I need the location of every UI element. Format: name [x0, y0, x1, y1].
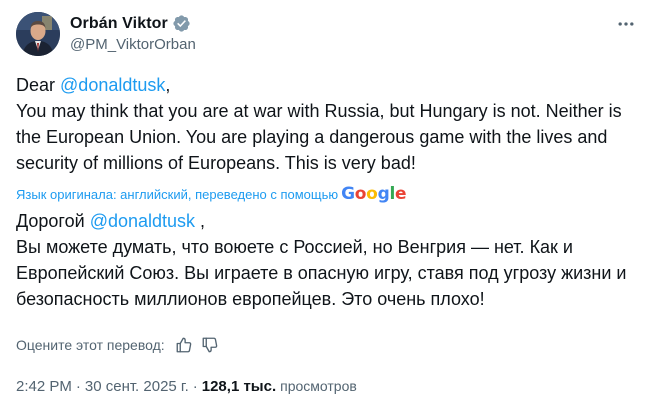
greeting-suffix: , [165, 75, 171, 95]
tweet-header: Orbán Viktor @PM_ViktorOrban [16, 12, 640, 56]
rate-translation-row: Оцените этот перевод: [16, 334, 219, 356]
more-options-button[interactable] [612, 14, 640, 34]
translated-body: Вы можете думать, что воюете с Россией, … [16, 237, 627, 309]
author-display-name[interactable]: Orbán Viktor [70, 15, 168, 33]
more-horizontal-icon [618, 22, 634, 26]
tweet-greeting: Dear @donaldtusk, [16, 72, 640, 98]
mention-link[interactable]: @donaldtusk [60, 75, 165, 95]
translation-attribution-text: Язык оригинала: английский, переведено с… [16, 186, 339, 202]
tweet-date[interactable]: 30 сент. 2025 г. [85, 378, 189, 395]
tweet-body: You may think that you are at war with R… [16, 101, 622, 173]
views-label: просмотров [280, 378, 357, 394]
translated-greeting-suffix: , [195, 211, 206, 231]
meta-separator-2: · [192, 377, 198, 395]
tweet-meta: 2:42 PM · 30 сент. 2025 г. · 128,1 тыс. … [16, 375, 357, 397]
views-count[interactable]: 128,1 тыс. [202, 378, 276, 395]
tweet-time[interactable]: 2:42 PM [16, 378, 72, 395]
verified-badge-icon[interactable] [172, 14, 191, 33]
google-logo: Google [341, 184, 407, 204]
author-handle[interactable]: @PM_ViktorOrban [70, 36, 196, 53]
avatar[interactable] [16, 12, 60, 56]
avatar-photo [16, 12, 60, 56]
translated-greeting-prefix: Дорогой [16, 211, 85, 231]
greeting-prefix: Dear [16, 75, 56, 95]
tweet-original-text: Dear @donaldtusk, You may think that you… [16, 72, 640, 176]
author-names: Orbán Viktor @PM_ViktorOrban [70, 13, 196, 54]
translated-greeting: Дорогой @donaldtusk , [16, 208, 640, 234]
thumbs-down-icon[interactable] [201, 336, 219, 354]
tweet-translated-text: Дорогой @donaldtusk , Вы можете думать, … [16, 208, 640, 312]
thumbs-up-icon[interactable] [175, 336, 193, 354]
meta-separator: · [75, 377, 81, 395]
rate-translation-label: Оцените этот перевод: [16, 337, 165, 353]
translated-mention-link[interactable]: @donaldtusk [90, 211, 195, 231]
author-name-row: Orbán Viktor [70, 13, 196, 34]
translation-attribution[interactable]: Язык оригинала: английский, переведено с… [16, 183, 407, 205]
